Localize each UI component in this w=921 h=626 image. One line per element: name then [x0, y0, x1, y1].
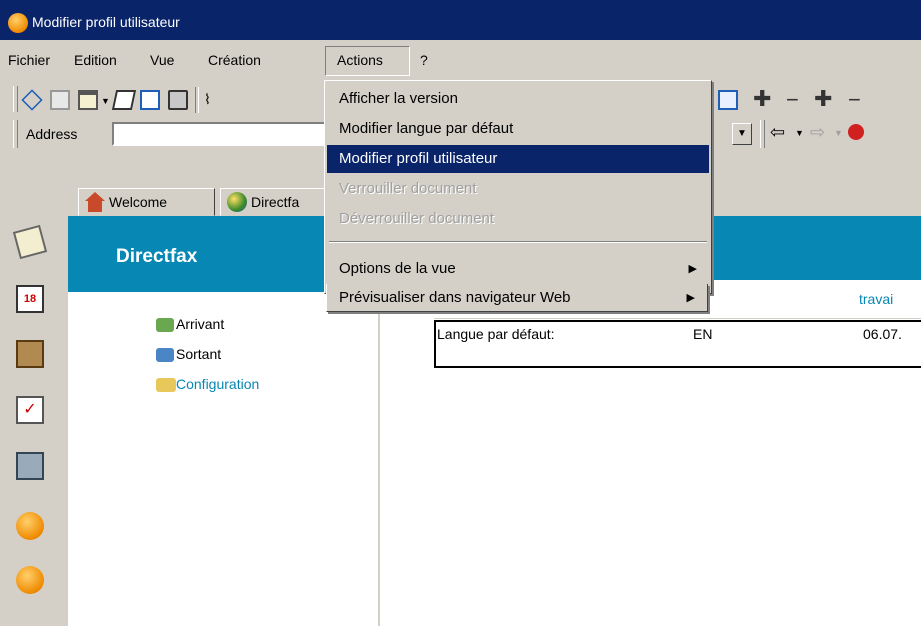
save-icon[interactable]	[50, 90, 70, 110]
mail-icon[interactable]	[12, 224, 48, 260]
nav-grip[interactable]	[760, 120, 765, 148]
menu-item-modifier-langue[interactable]: Modifier langue par défaut	[327, 115, 709, 143]
stop-icon[interactable]	[848, 124, 864, 140]
address-book-icon[interactable]	[16, 340, 44, 368]
address-input[interactable]	[112, 122, 342, 146]
back-dropdown-icon[interactable]: ▼	[795, 128, 804, 138]
row-value: EN	[693, 326, 713, 342]
menu-vue[interactable]: Vue	[150, 52, 174, 68]
home-icon	[85, 192, 105, 212]
back-icon[interactable]: ⇦	[770, 122, 785, 143]
apps-icon[interactable]	[16, 512, 44, 540]
tools-icon[interactable]	[16, 566, 44, 594]
menu-item-modifier-profil[interactable]: Modifier profil utilisateur	[327, 145, 709, 173]
menu-item-afficher-version[interactable]: Afficher la version	[327, 85, 709, 113]
dropdown-arrow-icon[interactable]: ▼	[101, 96, 110, 106]
open-folder-icon[interactable]	[78, 90, 98, 110]
window-title: Modifier profil utilisateur	[32, 14, 180, 30]
forward-icon[interactable]: ⇨	[810, 122, 825, 143]
row-date: 06.07.	[863, 326, 902, 342]
menu-edition[interactable]: Edition	[74, 52, 117, 68]
edit-note-icon[interactable]	[111, 90, 137, 110]
link-icon[interactable]: ⌇	[204, 91, 211, 108]
column-header[interactable]: travai	[859, 291, 921, 307]
app-icon	[8, 13, 28, 33]
documents-icon[interactable]	[16, 452, 44, 480]
menu-help[interactable]: ?	[420, 52, 428, 68]
menu-bar	[0, 40, 921, 78]
collapse-icon[interactable]: −	[786, 87, 799, 113]
address-grip[interactable]	[13, 120, 18, 148]
submenu-arrow-icon: ▶	[686, 292, 695, 304]
menu-item-options-vue-label: Options de la vue	[339, 260, 456, 277]
menu-actions-label[interactable]: Actions	[337, 52, 383, 68]
menu-fichier[interactable]: Fichier	[8, 52, 50, 68]
tab-welcome-label: Welcome	[109, 194, 168, 210]
menu-item-verrouiller: Verrouiller document	[339, 180, 477, 197]
tab-welcome[interactable]: Welcome	[78, 188, 215, 216]
toolbar-grip[interactable]	[13, 86, 18, 112]
collapse-all-icon[interactable]: −	[848, 87, 921, 113]
configuration-icon	[156, 378, 176, 392]
nav-link-arrivant[interactable]: Arrivant	[176, 316, 224, 332]
menu-item-previsualiser-label: Prévisualiser dans navigateur Web	[339, 289, 571, 306]
tab-directfax-label: Directfa	[251, 194, 300, 210]
refresh-view-icon[interactable]	[718, 90, 738, 110]
title-bar: Modifier profil utilisateur	[0, 0, 921, 40]
outgoing-icon	[156, 348, 174, 362]
toolbar-separator	[195, 87, 199, 113]
tasks-icon[interactable]: ✓	[16, 396, 44, 424]
forward-dropdown-icon[interactable]: ▼	[834, 128, 843, 138]
expand-all-icon[interactable]: ✚	[814, 86, 832, 112]
menu-separator	[329, 241, 707, 243]
menu-item-deverrouiller: Déverrouiller document	[339, 210, 495, 227]
globe-icon	[227, 192, 247, 212]
nav-link-sortant[interactable]: Sortant	[176, 346, 221, 362]
address-label: Address	[26, 126, 78, 142]
incoming-icon	[156, 318, 174, 332]
calendar-icon[interactable]: 18	[16, 285, 44, 313]
submenu-arrow-icon: ▶	[688, 263, 697, 275]
print-icon[interactable]	[168, 90, 188, 110]
actions-dropdown-menu: Afficher la version Modifier langue par …	[324, 80, 712, 294]
panel-title: Directfax	[116, 246, 198, 267]
menu-creation[interactable]: Création	[208, 52, 261, 68]
expand-icon[interactable]: ✚	[753, 86, 771, 112]
menu-item-options-vue[interactable]: Options de la vue ▶	[327, 255, 709, 283]
tab-directfax[interactable]: Directfa	[220, 188, 335, 216]
menu-item-previsualiser[interactable]: Prévisualiser dans navigateur Web ▶	[326, 284, 708, 312]
send-mail-icon[interactable]	[140, 90, 160, 110]
address-dropdown-button[interactable]: ▼	[732, 123, 752, 145]
nav-link-configuration[interactable]: Configuration	[176, 376, 259, 392]
select-icon[interactable]	[21, 89, 43, 111]
row-label: Langue par défaut:	[437, 326, 555, 342]
